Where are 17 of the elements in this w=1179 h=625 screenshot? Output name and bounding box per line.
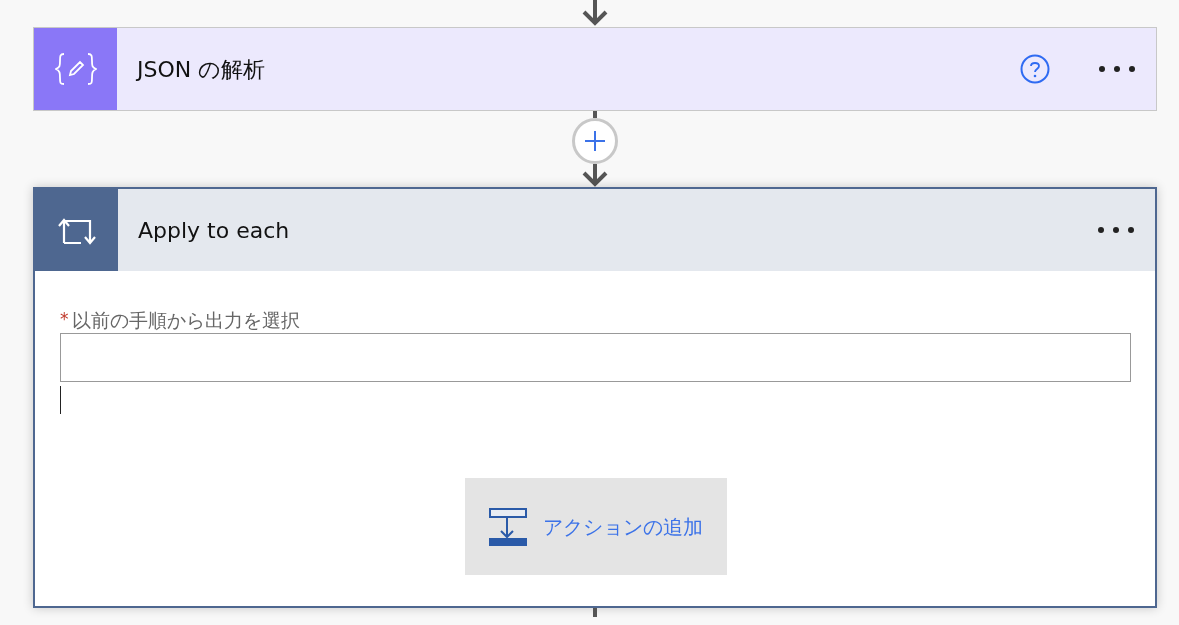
add-action-button[interactable]: アクションの追加	[464, 478, 727, 575]
more-options-icon[interactable]	[1098, 65, 1136, 73]
required-mark: *	[60, 308, 69, 332]
down-arrow-icon	[582, 0, 608, 26]
braces-pencil-icon	[54, 53, 97, 85]
down-arrow-icon	[582, 164, 608, 187]
step-title: Apply to each	[138, 216, 290, 245]
plus-icon	[585, 131, 605, 151]
step-title: JSON の解析	[137, 55, 266, 84]
field-label: 以前の手順から出力を選択	[71, 307, 300, 333]
text-cursor	[60, 386, 61, 414]
action-card[interactable]: JSON の解析	[33, 27, 1157, 111]
insert-step-icon	[488, 507, 527, 546]
help-icon[interactable]	[1020, 54, 1050, 84]
insert-step-button[interactable]	[572, 118, 618, 164]
more-options-icon[interactable]	[1097, 226, 1135, 234]
input-field[interactable]	[60, 333, 1131, 382]
